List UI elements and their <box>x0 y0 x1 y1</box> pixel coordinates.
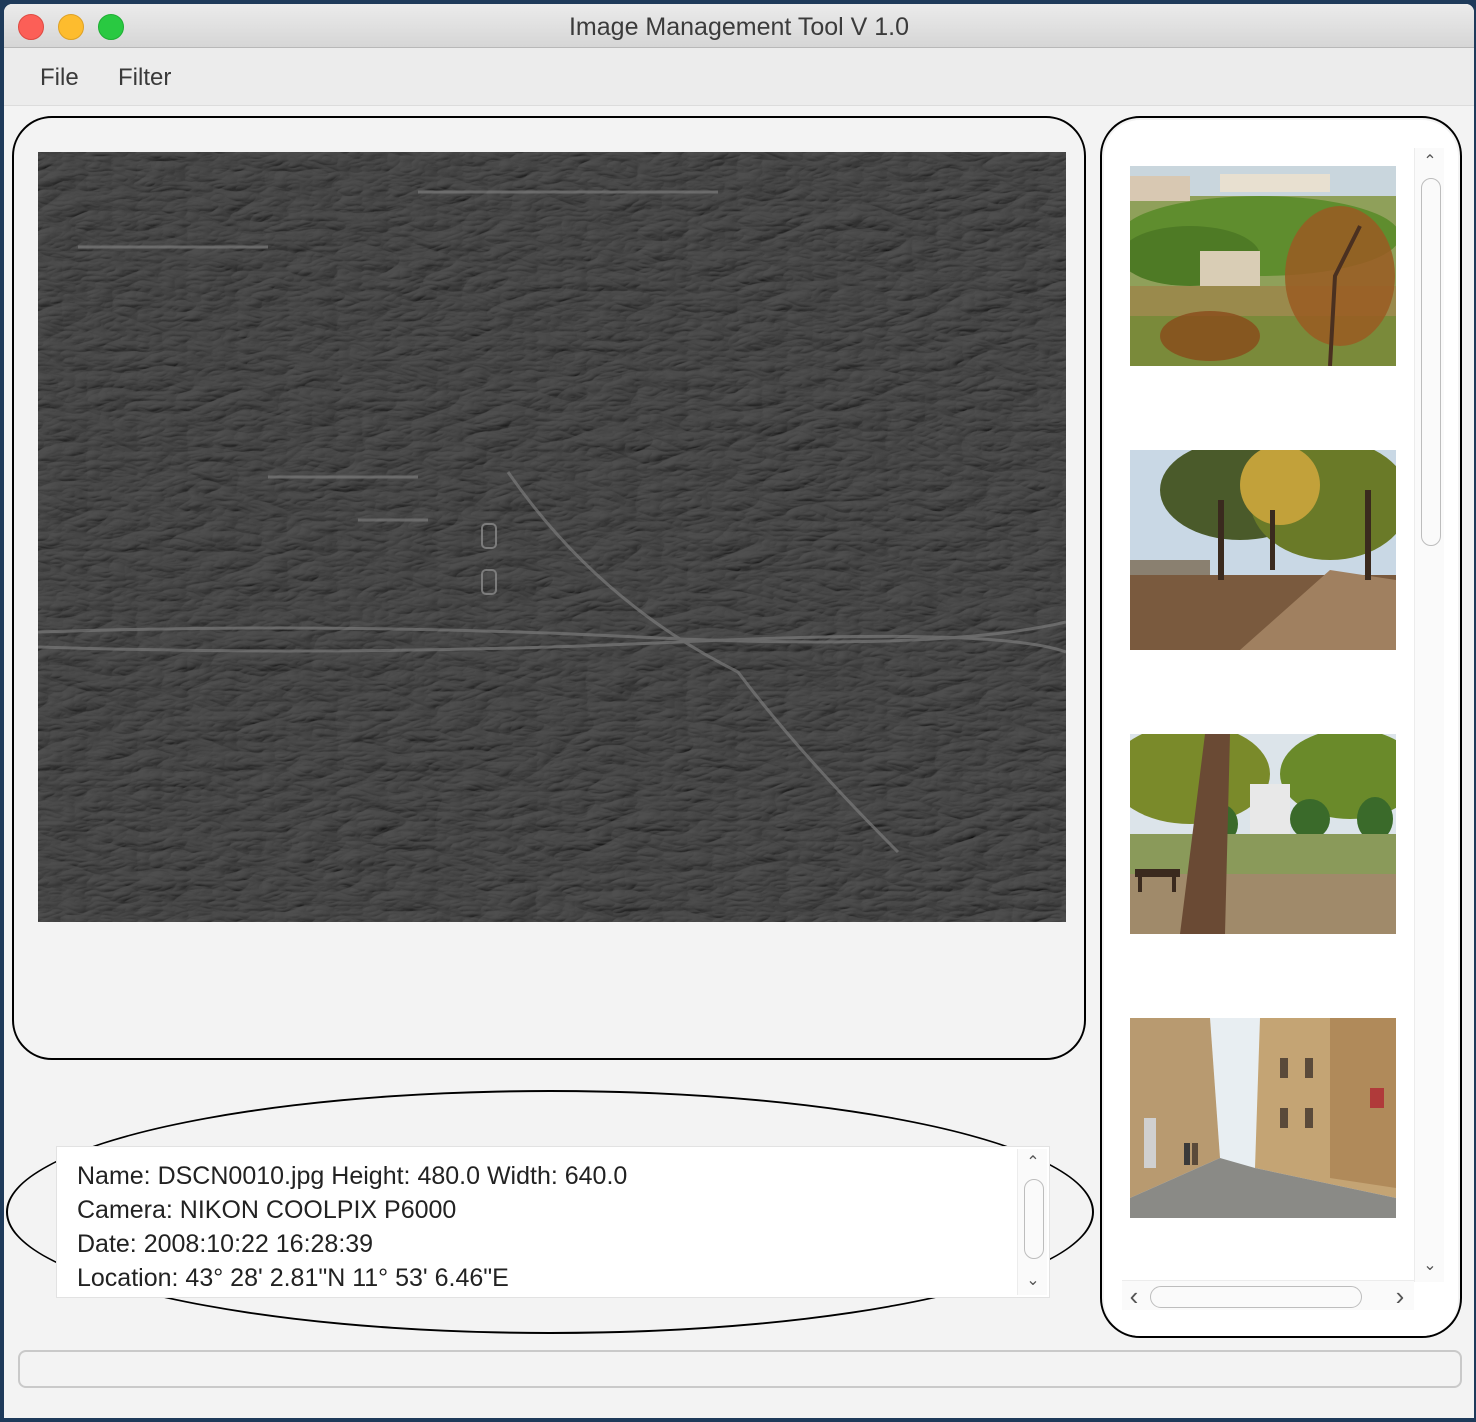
thumbnail-image <box>1130 450 1396 650</box>
thumbnail-image <box>1130 734 1396 934</box>
thumbnail-horizontal-scrollbar[interactable]: ‹ › <box>1122 1280 1414 1311</box>
thumbnail-3[interactable] <box>1130 734 1396 934</box>
scroll-down-icon[interactable]: ⌄ <box>1415 1254 1445 1276</box>
metadata-vertical-scrollbar[interactable]: ⌃ ⌄ <box>1017 1149 1047 1295</box>
scroll-right-icon[interactable]: › <box>1388 1281 1412 1311</box>
menu-file[interactable]: File <box>40 64 79 92</box>
thumbnail-image <box>1130 1018 1396 1218</box>
thumbnail-2[interactable] <box>1130 450 1396 650</box>
metadata-camera-line: Camera: NIKON COOLPIX P6000 <box>77 1196 457 1224</box>
scrollbar-thumb[interactable] <box>1150 1286 1362 1308</box>
main-image-panel <box>12 116 1086 1060</box>
metadata-name-line: Name: DSCN0010.jpg Height: 480.0 Width: … <box>77 1162 628 1190</box>
thumbnail-1[interactable] <box>1130 166 1396 366</box>
emboss-filtered-photo <box>38 152 1066 922</box>
metadata-date-line: Date: 2008:10:22 16:28:39 <box>77 1230 374 1258</box>
app-window: Image Management Tool V 1.0 File Filter <box>4 4 1474 1418</box>
title-bar: Image Management Tool V 1.0 <box>4 4 1474 48</box>
scrollbar-thumb[interactable] <box>1024 1179 1044 1259</box>
scroll-up-icon[interactable]: ⌃ <box>1018 1151 1048 1173</box>
menu-bar: File Filter <box>4 48 1474 106</box>
scroll-left-icon[interactable]: ‹ <box>1122 1281 1146 1311</box>
thumbnail-panel: ⌃ ⌄ ‹ › <box>1100 116 1462 1338</box>
metadata-text-area[interactable]: Name: DSCN0010.jpg Height: 480.0 Width: … <box>56 1146 1050 1298</box>
thumbnail-list: ⌃ ⌄ ‹ › <box>1104 120 1458 1336</box>
scroll-down-icon[interactable]: ⌄ <box>1018 1269 1048 1291</box>
thumbnail-image <box>1130 166 1396 366</box>
metadata-panel: Name: DSCN0010.jpg Height: 480.0 Width: … <box>6 1090 1094 1334</box>
thumbnail-4[interactable] <box>1130 1018 1396 1218</box>
metadata-location-line: Location: 43° 28' 2.81"N 11° 53' 6.46"E <box>77 1264 509 1292</box>
metadata-text: Name: DSCN0010.jpg Height: 480.0 Width: … <box>77 1159 1009 1295</box>
menu-filter[interactable]: Filter <box>118 64 171 92</box>
scroll-up-icon[interactable]: ⌃ <box>1415 150 1445 172</box>
window-title: Image Management Tool V 1.0 <box>568 13 910 41</box>
scrollbar-thumb[interactable] <box>1421 178 1441 546</box>
status-bar <box>18 1350 1462 1388</box>
filtered-image <box>38 152 1066 922</box>
thumbnail-vertical-scrollbar[interactable]: ⌃ ⌄ <box>1414 148 1444 1282</box>
